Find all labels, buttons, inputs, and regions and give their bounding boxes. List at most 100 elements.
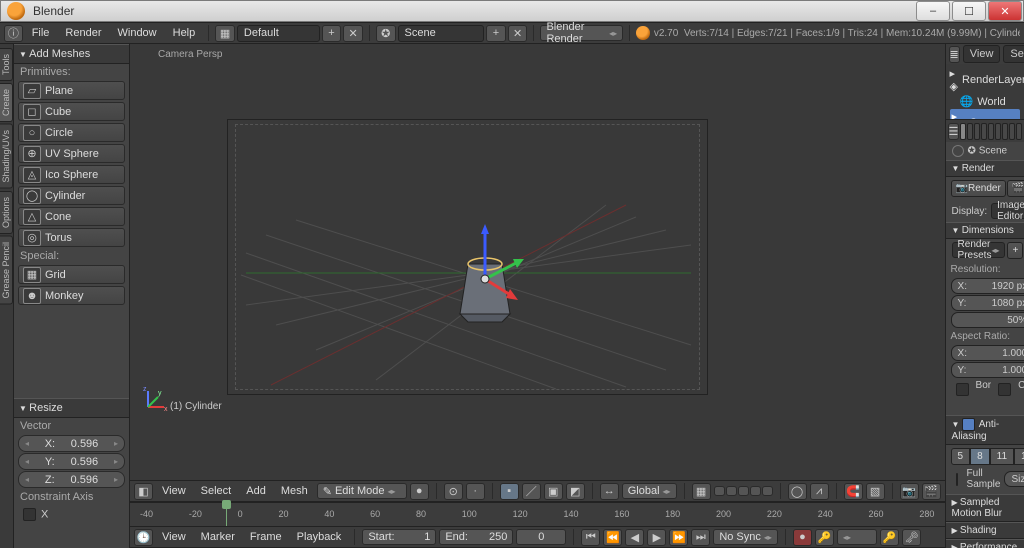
render-presets-dropdown[interactable]: Render Presets◂▸ [952,242,1006,258]
editor-type-properties-icon[interactable]: ☰ [948,123,960,140]
tl-menu-frame[interactable]: Frame [244,529,288,545]
add-uvsphere-button[interactable]: ⊕UV Sphere [18,144,125,163]
aa-8[interactable]: 8 [970,448,990,465]
context-data-tab[interactable] [1009,123,1015,140]
editor-type-outliner-icon[interactable]: ≣ [949,46,960,63]
end-frame-field[interactable]: End:250 [439,529,513,545]
aa-checkbox[interactable] [962,418,975,431]
auto-keyframe-button[interactable]: ● [793,529,812,546]
render-engine-dropdown[interactable]: Blender Render◂▸ [540,25,623,41]
outliner-view[interactable]: View [963,45,1001,63]
face-select-icon[interactable]: ▣ [544,483,563,500]
context-material-tab[interactable] [1016,123,1022,140]
vp-menu-add[interactable]: Add [240,483,272,499]
display-dropdown[interactable]: Image Editor◂▸ [991,203,1024,219]
play-reverse-button[interactable]: ◀ [625,529,644,546]
mode-selector[interactable]: ✎Edit Mode◂▸ [317,483,407,499]
pivot-point-icon[interactable]: ⊙ [444,483,463,500]
screen-layout-field[interactable]: Default [237,25,320,42]
context-object-tab[interactable] [988,123,994,140]
constraint-x-checkbox[interactable] [23,508,36,521]
preset-add-button[interactable]: + [1007,242,1023,259]
3d-viewport[interactable]: Camera Persp [130,44,945,480]
menu-render[interactable]: Render [58,25,108,41]
crop-checkbox[interactable] [998,383,1011,396]
resize-y-field[interactable]: Y:0.596 [18,453,125,470]
start-frame-field[interactable]: Start:1 [362,529,436,545]
layer-buttons[interactable] [714,486,773,496]
keyframe-prev-button[interactable]: ⏪ [603,529,622,546]
delete-keyframe-button[interactable]: 🗝 [902,529,921,546]
outliner-search[interactable]: Search [1003,45,1024,63]
window-minimize-button[interactable]: – [916,1,950,21]
add-scene-button[interactable]: + [486,25,506,42]
res-x-field[interactable]: X:1920 px [951,278,1024,294]
tl-menu-playback[interactable]: Playback [291,529,348,545]
layers-icon[interactable]: ▦ [692,483,711,500]
aspect-y-field[interactable]: Y:1.000 [951,362,1024,378]
opengl-anim-icon[interactable]: 🎬 [922,483,941,500]
context-render-tab[interactable] [960,123,966,140]
playhead[interactable] [226,503,227,526]
aa-panel-header[interactable]: Anti-Aliasing [946,415,1024,445]
opengl-render-icon[interactable]: 📷 [900,483,919,500]
full-sample-checkbox[interactable] [956,473,958,486]
editor-type-3dview-icon[interactable]: ◧ [134,483,153,500]
keying-set-dropdown[interactable]: ◂▸ [837,529,877,545]
aa-16[interactable]: 16 [1014,448,1024,465]
context-modifiers-tab[interactable] [1002,123,1008,140]
add-cylinder-button[interactable]: ◯Cylinder [18,186,125,205]
vp-menu-mesh[interactable]: Mesh [275,483,314,499]
aa-11[interactable]: 11 [990,448,1014,465]
screen-layout-browse-icon[interactable]: ▦ [215,25,235,42]
add-plane-button[interactable]: ▱Plane [18,81,125,100]
tab-grease-pencil[interactable]: Grease Pencil [0,236,13,305]
add-cone-button[interactable]: △Cone [18,207,125,226]
resize-header[interactable]: Resize [14,398,129,418]
outliner-row-renderlayers[interactable]: ▸ ◈RenderLayers [950,66,1020,94]
add-meshes-header[interactable]: Add Meshes [14,44,129,64]
edge-select-icon[interactable]: ／ [522,483,541,500]
jump-start-button[interactable]: ⏮ [581,529,600,546]
add-monkey-button[interactable]: ☻Monkey [18,286,125,305]
aa-5[interactable]: 5 [951,448,971,465]
keyframe-next-button[interactable]: ⏩ [669,529,688,546]
context-world-tab[interactable] [981,123,987,140]
outliner-row-world[interactable]: 🌐World [950,94,1020,109]
proportional-falloff-icon[interactable]: ⩘ [810,483,829,500]
pin-icon[interactable] [952,145,964,157]
aspect-x-field[interactable]: X:1.000 [951,345,1024,361]
timeline-ruler[interactable]: -40 -20 0 20 40 60 80 100 120 140 160 18… [130,502,945,526]
animation-button[interactable]: 🎬 Animation [1007,180,1024,197]
shading-header[interactable]: Shading [946,522,1024,539]
menu-window[interactable]: Window [111,25,164,41]
resize-x-field[interactable]: X:0.596 [18,435,125,452]
motion-blur-header[interactable]: Sampled Motion Blur [946,494,1024,522]
tab-shading-uvs[interactable]: Shading/UVs [0,124,13,189]
add-grid-button[interactable]: ▦Grid [18,265,125,284]
shading-mode-icon[interactable]: ● [410,483,429,500]
window-maximize-button[interactable]: ☐ [952,1,986,21]
insert-keyframe-button[interactable]: 🔑 [880,529,899,546]
res-pct-field[interactable]: 50% [951,312,1024,328]
vp-menu-view[interactable]: View [156,483,192,499]
render-button[interactable]: 📷 Render [951,180,1006,197]
keying-set-icon[interactable]: 🔑 [815,529,834,546]
tab-options[interactable]: Options [0,191,13,234]
aa-size-field[interactable]: Size:1.000 px [1004,471,1024,487]
add-layout-button[interactable]: + [322,25,342,42]
outliner[interactable]: ▸ ◈RenderLayers 🌐World ▸ 📷Camera📷 [946,64,1024,120]
snap-icon[interactable]: 🧲 [844,483,863,500]
orientation-dropdown[interactable]: Global◂▸ [622,483,677,499]
context-scene-tab[interactable] [974,123,980,140]
menu-file[interactable]: File [25,25,57,41]
remove-layout-button[interactable]: ✕ [343,25,363,42]
pivot-align-icon[interactable]: · [466,483,485,500]
tl-menu-marker[interactable]: Marker [195,529,241,545]
tl-menu-view[interactable]: View [156,529,192,545]
snap-element-icon[interactable]: ▧ [866,483,885,500]
dimensions-panel-header[interactable]: Dimensions [946,222,1024,239]
editor-type-timeline-icon[interactable]: 🕒 [134,529,153,546]
window-close-button[interactable]: ✕ [988,1,1022,21]
context-renderlayers-tab[interactable] [967,123,973,140]
